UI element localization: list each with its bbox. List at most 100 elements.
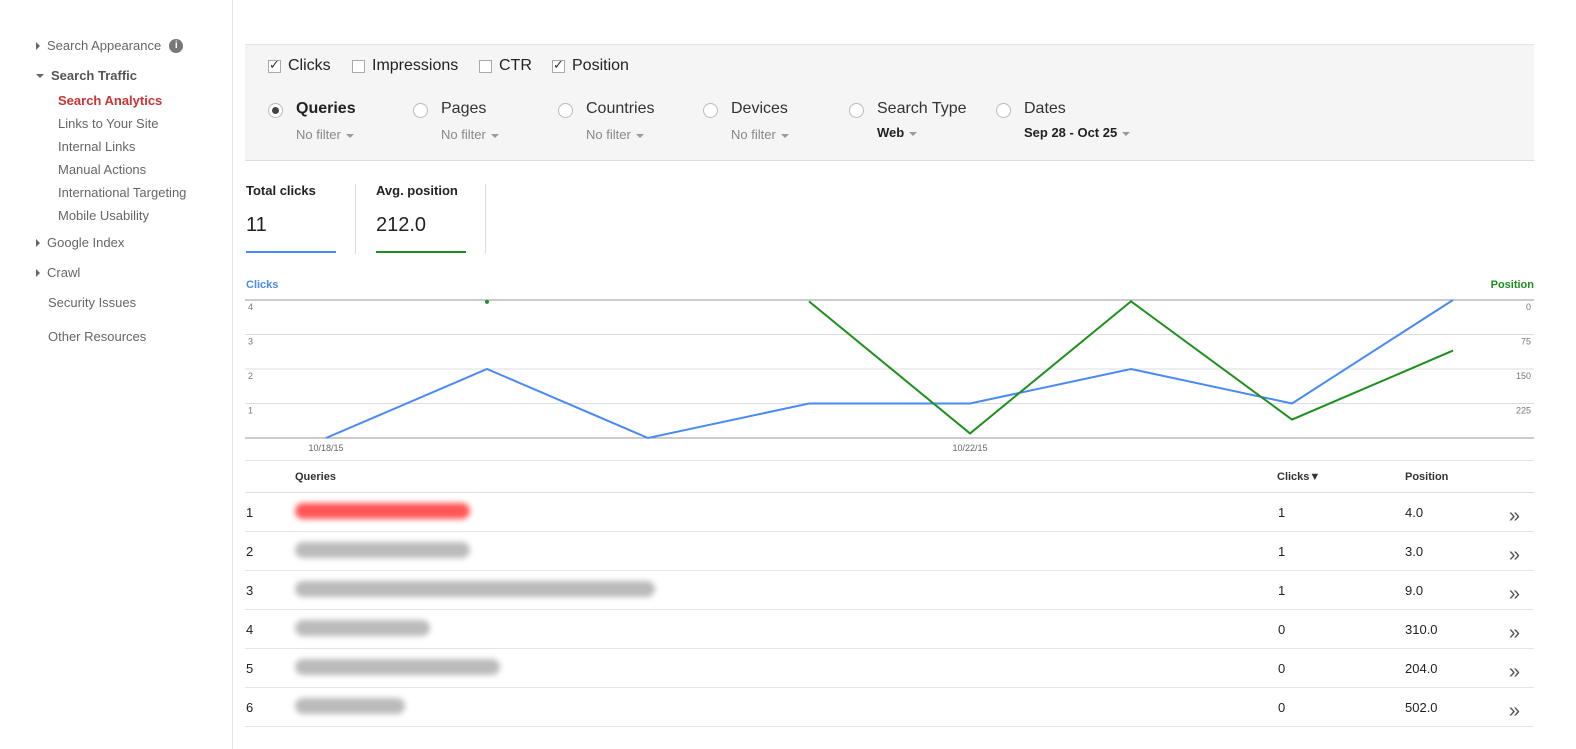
double-chevron-right-icon[interactable]: » [1509,661,1520,684]
double-chevron-right-icon[interactable]: » [1509,544,1520,567]
radio-unselected-icon [849,103,864,118]
avg-position-card[interactable]: Avg. position 212.0 [376,183,466,253]
nav-search-analytics[interactable]: Search Analytics [58,93,162,108]
row-position: 502.0 [1405,700,1438,715]
performance-chart[interactable]: 4 3 2 1 0 75 150 225 10/18/15 10/22/15 [245,290,1534,460]
row-clicks: 1 [1278,505,1286,520]
avg-position-label: Avg. position [376,183,458,198]
chart-x-tick: 10/22/15 [952,443,987,453]
checkbox-checked-icon [268,57,281,73]
query-text-redacted[interactable] [295,659,500,675]
table-row[interactable]: 5 0 204.0 » [245,649,1534,688]
dim-countries-filter[interactable]: No filter [586,127,644,142]
chart-point-position [485,299,489,304]
chart-line-position [808,300,1454,435]
query-text-redacted[interactable] [295,503,470,519]
checkbox-unchecked-icon [479,59,492,73]
row-number: 3 [246,583,254,598]
metric-impressions-checkbox[interactable]: Impressions [352,57,458,75]
row-clicks: 1 [1278,544,1286,559]
table-row[interactable]: 6 0 502.0 » [245,688,1534,727]
nav-other-resources[interactable]: Other Resources [48,329,146,344]
dim-queries-filter[interactable]: No filter [296,127,354,142]
row-number: 6 [246,700,254,715]
dim-countries-label: Countries [586,100,655,117]
nav-manual-actions[interactable]: Manual Actions [58,162,146,177]
row-position: 9.0 [1405,583,1424,598]
metric-impressions-label: Impressions [372,57,459,74]
row-position: 4.0 [1405,505,1424,520]
expand-arrow-icon [36,268,40,277]
dim-devices-filter[interactable]: No filter [731,127,789,142]
col-header-queries[interactable]: Queries [295,471,336,483]
chart-left-tick: 4 [248,302,253,312]
col-header-clicks[interactable]: Clicks▼ [1277,471,1320,483]
checkbox-unchecked-icon [352,59,365,73]
nav-crawl[interactable]: Crawl [36,265,80,280]
dim-search-type-filter[interactable]: Web [877,125,918,140]
table-row[interactable]: 4 0 310.0 » [245,610,1534,649]
divider [355,184,356,254]
dim-devices-label: Devices [731,100,788,117]
row-position: 310.0 [1405,622,1438,637]
row-clicks: 0 [1278,700,1286,715]
collapse-arrow-icon [36,73,44,78]
table-row[interactable]: 2 1 3.0 » [245,532,1534,571]
nav-links-to-site[interactable]: Links to Your Site [58,116,158,131]
filter-text: Web [877,125,905,140]
dim-dates-filter[interactable]: Sep 28 - Oct 25 [1024,125,1131,140]
table-row[interactable]: 1 1 4.0 » [245,493,1534,532]
avg-position-value: 212.0 [376,214,427,236]
row-position: 204.0 [1405,661,1438,676]
nav-internal-links[interactable]: Internal Links [58,139,135,154]
radio-unselected-icon [413,103,428,118]
metric-clicks-label: Clicks [288,57,331,74]
double-chevron-right-icon[interactable]: » [1509,700,1520,723]
queries-table: Queries Clicks▼ Position 1 1 4.0 » 2 1 3.0 » 3 1 9… [245,460,1534,727]
metric-ctr-checkbox[interactable]: CTR [479,57,532,75]
radio-selected-icon [268,103,283,118]
filter-text: No filter [586,127,631,142]
nav-search-appearance[interactable]: Search Appearance i [36,38,184,53]
double-chevron-right-icon[interactable]: » [1509,622,1520,645]
nav-security-issues[interactable]: Security Issues [48,295,136,310]
nav-mobile-usability[interactable]: Mobile Usability [58,208,149,223]
metric-clicks-checkbox[interactable]: Clicks [268,57,331,75]
table-body: 1 1 4.0 » 2 1 3.0 » 3 1 9.0 » 4 0 310.0 » 5 0 204.0 » 6 0 502.… [245,493,1534,727]
row-number: 1 [246,505,254,520]
table-row[interactable]: 3 1 9.0 » [245,571,1534,610]
query-text-redacted[interactable] [295,581,655,597]
radio-unselected-icon [558,103,573,118]
position-underline [376,251,466,253]
nav-search-traffic[interactable]: Search Traffic [36,68,137,83]
caret-down-icon [909,131,918,136]
total-clicks-card[interactable]: Total clicks 11 [246,183,336,253]
nav-google-index[interactable]: Google Index [36,235,124,250]
dim-pages-filter[interactable]: No filter [441,127,499,142]
row-clicks: 1 [1278,583,1286,598]
double-chevron-right-icon[interactable]: » [1509,505,1520,528]
nav-international-targeting[interactable]: International Targeting [58,185,186,200]
double-chevron-right-icon[interactable]: » [1509,583,1520,606]
divider [485,184,486,254]
chart-left-tick: 1 [248,406,253,416]
table-header: Queries Clicks▼ Position [245,460,1534,493]
col-header-position[interactable]: Position [1405,471,1448,483]
info-icon[interactable]: i [169,38,184,53]
chart-x-tick: 10/18/15 [308,443,343,453]
row-number: 2 [246,544,254,559]
metric-ctr-label: CTR [499,57,532,74]
metric-selector-bar: Clicks Impressions CTR Position [245,44,1534,87]
row-position: 3.0 [1405,544,1424,559]
metric-position-checkbox[interactable]: Position [552,57,629,75]
query-text-redacted[interactable] [295,698,405,714]
caret-down-icon [490,133,499,138]
query-text-redacted[interactable] [295,542,470,558]
chart-left-tick: 2 [248,371,253,381]
nav-crawl-label: Crawl [47,265,81,280]
dimension-selector-bar: Queries No filter Pages No filter Countr… [245,86,1534,161]
filter-text: No filter [441,127,486,142]
total-clicks-value: 11 [246,214,267,236]
query-text-redacted[interactable] [295,620,430,636]
metric-position-label: Position [572,57,629,74]
